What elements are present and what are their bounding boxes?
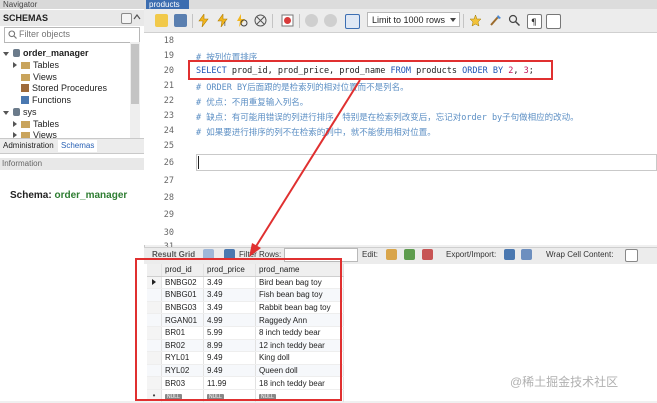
chevron-right-icon[interactable] bbox=[13, 121, 17, 127]
chevron-right-icon[interactable] bbox=[13, 62, 17, 68]
execute-icon[interactable] bbox=[197, 13, 210, 28]
code-line[interactable]: # 如果要进行排序的列不在检索的列中，就不能使用相对位置。 bbox=[196, 126, 436, 138]
line-number: 29 bbox=[163, 210, 174, 220]
limit-rows-value: Limit to 1000 rows bbox=[372, 15, 446, 25]
toggle-errors-icon[interactable] bbox=[281, 14, 294, 27]
information-header: Information bbox=[0, 158, 146, 170]
folder-icon bbox=[21, 74, 30, 81]
schema-prefix: Schema: bbox=[10, 190, 52, 201]
line-number: 22 bbox=[163, 96, 174, 106]
rollback-icon[interactable] bbox=[324, 14, 337, 27]
current-line-highlight bbox=[196, 154, 657, 171]
delete-row-icon[interactable] bbox=[422, 249, 433, 260]
tree-item-functions[interactable]: Functions bbox=[13, 95, 71, 106]
schemas-label: SCHEMAS bbox=[3, 13, 49, 23]
sql-comment: # 优点：不用重复输入列名。 bbox=[196, 98, 309, 108]
beautify-icon[interactable] bbox=[489, 14, 502, 27]
navigator-tabs: Administration Schemas bbox=[0, 138, 144, 154]
line-number: 28 bbox=[163, 193, 174, 203]
tree-item-stored-procedures[interactable]: Stored Procedures bbox=[13, 83, 107, 94]
export-import-label: Export/Import: bbox=[446, 250, 497, 259]
add-snippet-icon[interactable] bbox=[469, 14, 482, 27]
wrap-cell-icon[interactable] bbox=[625, 249, 638, 262]
line-number: 23 bbox=[163, 111, 174, 121]
export-icon[interactable] bbox=[504, 249, 515, 260]
line-number: 20 bbox=[163, 66, 174, 76]
tree-item-sys-tables[interactable]: Tables bbox=[13, 119, 59, 130]
filter-objects-input[interactable] bbox=[19, 28, 137, 40]
edit-label: Edit: bbox=[362, 250, 379, 259]
code-line[interactable]: # 缺点：有可能用错误的列进行排序，特别是在检索列改变后，忘记对order by… bbox=[196, 111, 579, 123]
line-number: 26 bbox=[163, 158, 174, 168]
autocommit-icon[interactable] bbox=[345, 14, 360, 29]
sql-comment: # 如果要进行排序的列不在检索的列中，就不能使用相对位置。 bbox=[196, 128, 436, 138]
save-icon[interactable] bbox=[174, 14, 187, 27]
filter-objects-field[interactable] bbox=[4, 27, 140, 43]
tree-schema-order-manager[interactable]: order_manager bbox=[3, 48, 89, 59]
line-number: 18 bbox=[163, 36, 174, 46]
collapse-icon[interactable] bbox=[133, 13, 141, 21]
code-line[interactable]: # 优点：不用重复输入列名。 bbox=[196, 96, 308, 108]
execute-current-icon[interactable]: I bbox=[216, 13, 229, 28]
tab-administration[interactable]: Administration bbox=[0, 140, 57, 152]
sql-highlight-box bbox=[188, 60, 553, 80]
find-icon[interactable] bbox=[508, 14, 521, 27]
tree-item-tables[interactable]: Tables bbox=[13, 60, 59, 71]
edit-row-icon[interactable] bbox=[386, 249, 397, 260]
navigator-title: Navigator bbox=[0, 0, 147, 9]
function-icon bbox=[21, 96, 29, 104]
svg-text:I: I bbox=[224, 21, 226, 27]
stored-procedure-icon bbox=[21, 84, 29, 92]
navigator-scrollbar-thumb[interactable] bbox=[131, 44, 139, 104]
tab-schemas[interactable]: Schemas bbox=[58, 140, 98, 152]
line-number: 30 bbox=[163, 228, 174, 238]
line-number: 19 bbox=[163, 51, 174, 61]
code-line[interactable]: # ORDER BY后面跟的是检索列的相对位置而不是列名。 bbox=[196, 81, 409, 93]
folder-icon bbox=[21, 62, 30, 69]
svg-text:¶: ¶ bbox=[531, 18, 537, 28]
chevron-down-icon[interactable] bbox=[3, 52, 9, 56]
database-icon bbox=[13, 49, 20, 57]
stop-icon[interactable] bbox=[254, 14, 267, 27]
editor-tab-strip bbox=[144, 0, 657, 9]
line-number: 25 bbox=[163, 141, 174, 151]
schema-name: order_manager bbox=[54, 190, 128, 201]
tree-schema-sys[interactable]: sys bbox=[3, 107, 37, 118]
limit-rows-select[interactable]: Limit to 1000 rows bbox=[367, 12, 460, 27]
text-caret bbox=[198, 156, 199, 169]
line-number: 21 bbox=[163, 81, 174, 91]
sql-comment: # ORDER BY后面跟的是检索列的相对位置而不是列名。 bbox=[196, 83, 409, 93]
explain-icon[interactable] bbox=[235, 14, 248, 27]
add-row-icon[interactable] bbox=[404, 249, 415, 260]
line-number: 24 bbox=[163, 126, 174, 136]
chevron-down-icon[interactable] bbox=[3, 111, 9, 115]
tab-products[interactable]: products bbox=[146, 0, 189, 9]
refresh-icon[interactable] bbox=[121, 13, 132, 24]
wrap-cell-label: Wrap Cell Content: bbox=[546, 250, 614, 259]
result-highlight-box bbox=[135, 258, 342, 401]
search-icon bbox=[8, 30, 17, 39]
sql-comment: # 缺点：有可能用错误的列进行排序，特别是在检索列改变后，忘记对order by… bbox=[196, 113, 579, 123]
database-icon bbox=[13, 108, 20, 116]
commit-icon[interactable] bbox=[305, 14, 318, 27]
schema-info: Schema: order_manager bbox=[10, 190, 127, 201]
invisible-chars-icon[interactable]: ¶ bbox=[527, 14, 542, 29]
watermark: @稀土掘金技术社区 bbox=[510, 375, 619, 389]
wrap-lines-icon[interactable] bbox=[546, 14, 561, 29]
line-number: 27 bbox=[163, 176, 174, 186]
chevron-down-icon bbox=[450, 18, 456, 22]
open-file-icon[interactable] bbox=[155, 14, 168, 27]
import-icon[interactable] bbox=[521, 249, 532, 260]
tree-item-views[interactable]: Views bbox=[13, 72, 57, 83]
folder-icon bbox=[21, 121, 30, 128]
